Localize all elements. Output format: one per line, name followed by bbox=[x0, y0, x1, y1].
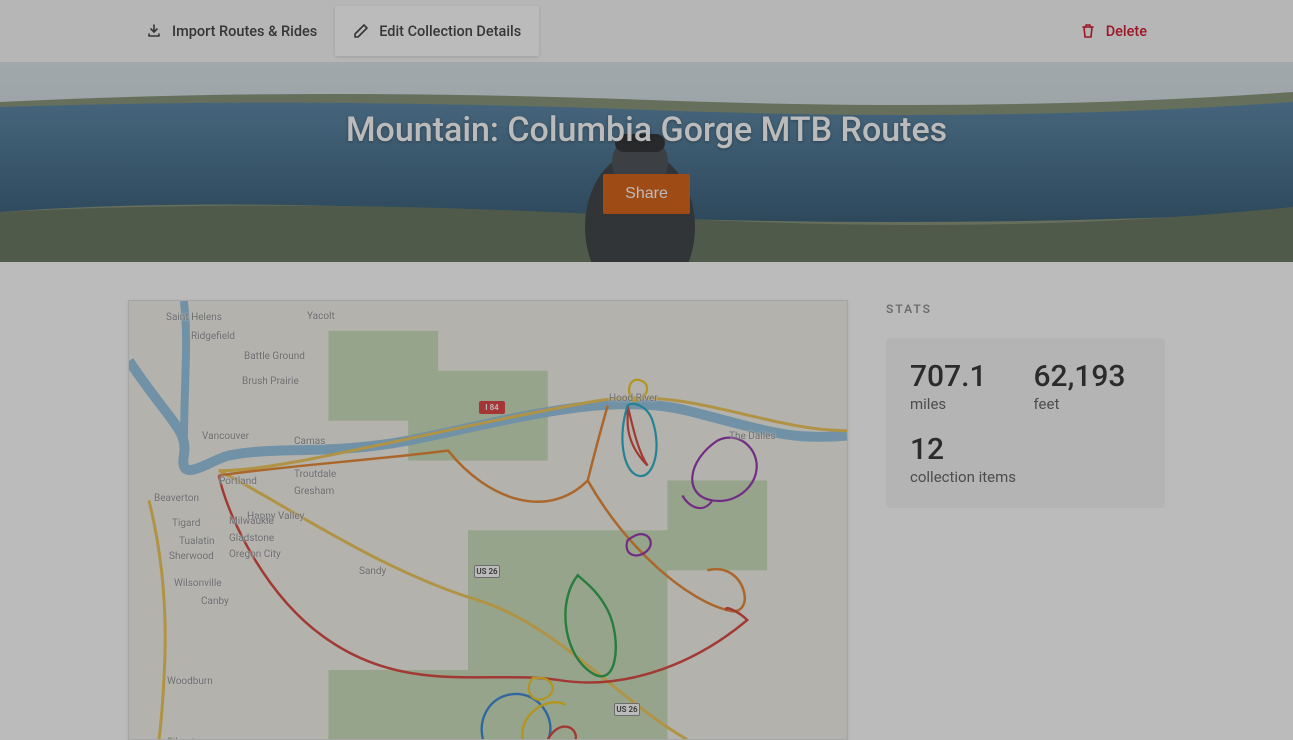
map-place-label: Oregon City bbox=[229, 549, 281, 560]
pencil-icon bbox=[353, 23, 369, 39]
map-place-label: Saint Helens bbox=[166, 312, 222, 323]
stat-distance: 707.1 miles bbox=[910, 360, 1018, 413]
map-place-label: Milwaukie bbox=[229, 516, 274, 527]
stat-items-unit: collection items bbox=[910, 468, 1141, 486]
edit-collection-label: Edit Collection Details bbox=[379, 23, 521, 40]
map-place-label: Tualatin bbox=[179, 536, 215, 547]
trash-icon bbox=[1080, 23, 1096, 39]
import-routes-label: Import Routes & Rides bbox=[172, 23, 317, 40]
map-place-label: Wilsonville bbox=[174, 578, 222, 589]
stat-items: 12 collection items bbox=[910, 433, 1141, 486]
map-place-label: Canby bbox=[201, 596, 229, 607]
map-place-label: Vancouver bbox=[202, 431, 249, 442]
map-place-label: Camas bbox=[294, 436, 325, 447]
stat-distance-unit: miles bbox=[910, 395, 1018, 413]
collection-title: Mountain: Columbia Gorge MTB Routes bbox=[346, 110, 947, 150]
map-place-label: Yacolt bbox=[307, 311, 335, 322]
stat-distance-value: 707.1 bbox=[910, 360, 1018, 393]
map-place-label: Gresham bbox=[294, 486, 334, 497]
map-place-label: Ridgefield bbox=[191, 331, 235, 342]
stat-elevation-unit: feet bbox=[1034, 395, 1142, 413]
map-place-label: Gladstone bbox=[229, 533, 274, 544]
edit-collection-button[interactable]: Edit Collection Details bbox=[335, 6, 539, 56]
content: Saint Helens Ridgefield Battle Ground Brush… bbox=[0, 262, 1293, 740]
map-place-label: Tigard bbox=[172, 518, 200, 529]
map-place-label: Battle Ground bbox=[244, 351, 305, 362]
map-place-label: The Dalles bbox=[729, 431, 776, 442]
stats-sidebar: STATS 707.1 miles 62,193 feet 12 collect… bbox=[886, 300, 1165, 508]
map-place-label: Troutdale bbox=[294, 469, 336, 480]
map-place-label: Beaverton bbox=[154, 493, 199, 504]
stat-items-value: 12 bbox=[910, 433, 1141, 466]
map-highway-shield: US 26 bbox=[474, 565, 500, 578]
delete-label: Delete bbox=[1106, 23, 1147, 40]
stat-elevation: 62,193 feet bbox=[1034, 360, 1142, 413]
download-icon bbox=[146, 23, 162, 39]
route-map[interactable]: Saint Helens Ridgefield Battle Ground Brush… bbox=[128, 300, 848, 740]
stats-card: 707.1 miles 62,193 feet 12 collection it… bbox=[886, 338, 1165, 508]
map-place-label: Portland bbox=[219, 476, 257, 487]
map-place-label: Brush Prairie bbox=[242, 376, 299, 387]
stat-elevation-value: 62,193 bbox=[1034, 360, 1142, 393]
map-highway-shield: US 26 bbox=[614, 703, 640, 716]
map-place-label: Sandy bbox=[359, 566, 386, 577]
toolbar: Import Routes & Rides Edit Collection De… bbox=[0, 0, 1293, 62]
map-place-label: Hood River bbox=[609, 393, 658, 404]
import-routes-button[interactable]: Import Routes & Rides bbox=[128, 6, 335, 56]
map-place-label: Sherwood bbox=[169, 551, 214, 562]
hero: Mountain: Columbia Gorge MTB Routes Shar… bbox=[0, 62, 1293, 262]
share-button[interactable]: Share bbox=[603, 174, 690, 214]
hero-image bbox=[0, 62, 1293, 262]
stats-heading: STATS bbox=[886, 302, 1165, 316]
delete-button[interactable]: Delete bbox=[1062, 6, 1165, 56]
map-highway-shield: I 84 bbox=[479, 401, 505, 414]
map-place-label: Woodburn bbox=[167, 676, 213, 687]
